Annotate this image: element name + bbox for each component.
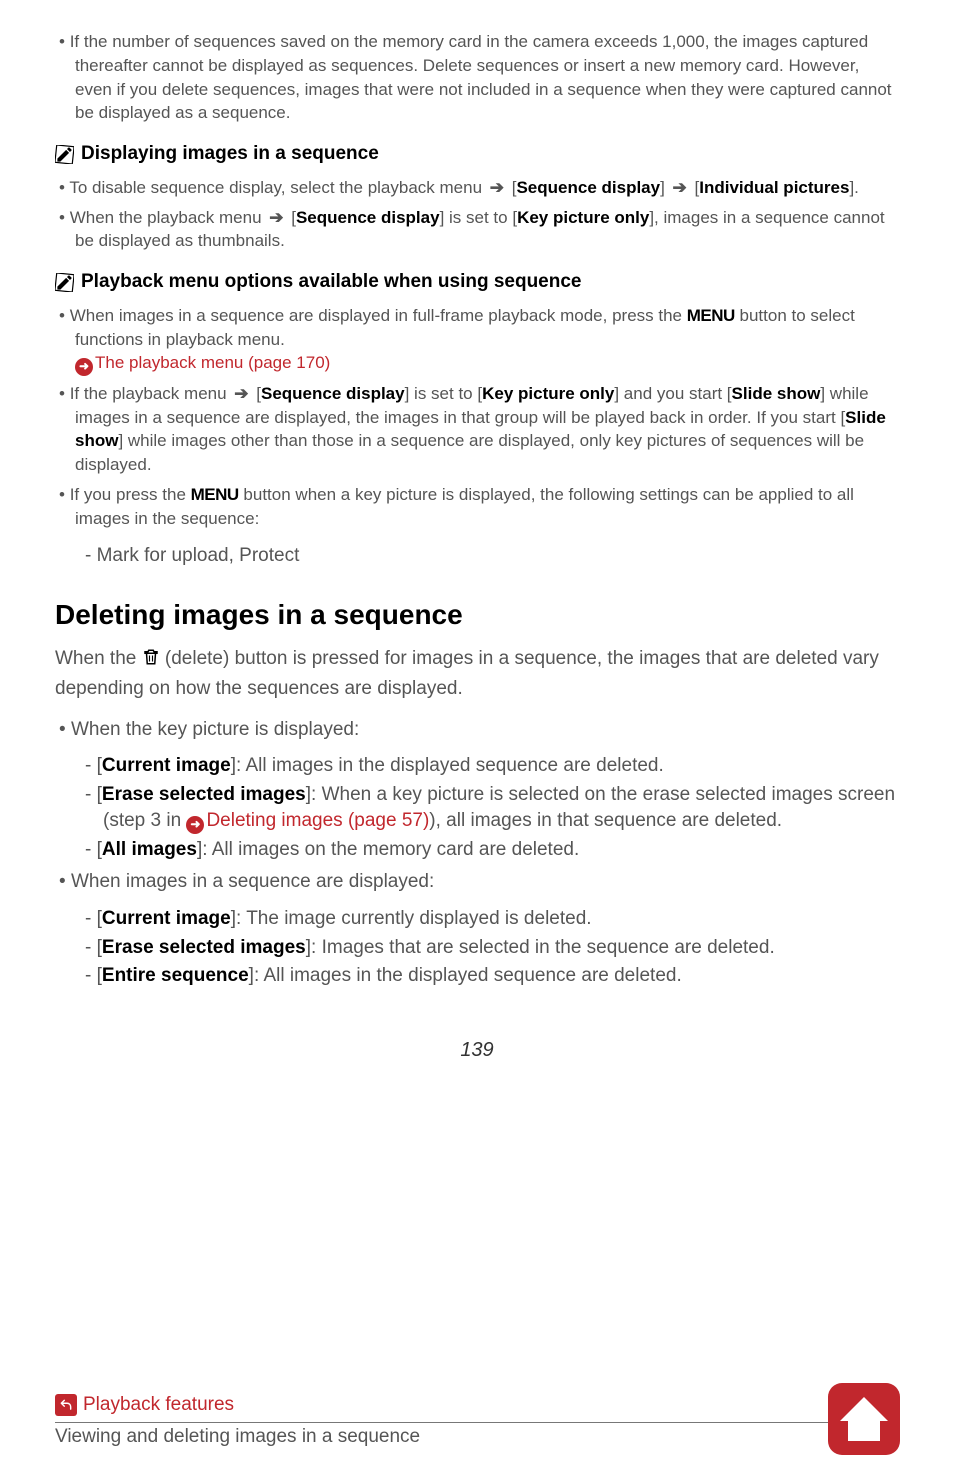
arrow-icon: ➔ (490, 176, 504, 200)
page-number: 139 (55, 1036, 899, 1064)
pencil-icon (55, 145, 74, 164)
note1-item-b: When the playback menu ➔ [Sequence displ… (75, 206, 899, 254)
scenario2-b: [Erase selected images]: Images that are… (103, 935, 899, 962)
pencil-icon (55, 273, 74, 292)
note-playback-heading: Playback menu options available when usi… (55, 269, 899, 296)
scenario2-sublist: [Current image]: The image currently dis… (75, 906, 899, 990)
note-displaying-heading: Displaying images in a sequence (55, 141, 899, 168)
note2-sublist: Mark for upload, Protect (75, 543, 899, 570)
note2-item-a: When images in a sequence are displayed … (75, 304, 899, 376)
playback-menu-link[interactable]: The playback menu (page 170) (95, 351, 330, 375)
note1-list: To disable sequence display, select the … (55, 176, 899, 253)
scenario2-a: [Current image]: The image currently dis… (103, 906, 899, 933)
delete-scenarios: When the key picture is displayed: [Curr… (55, 717, 899, 990)
link-arrow-icon: ➜ (75, 358, 93, 376)
note2-sub-item: Mark for upload, Protect (103, 543, 899, 570)
arrow-icon: ➔ (234, 382, 248, 406)
scenario-sequence: When images in a sequence are displayed:… (75, 869, 899, 989)
arrow-icon: ➔ (673, 176, 687, 200)
scenario-key-picture: When the key picture is displayed: [Curr… (75, 717, 899, 864)
scenario1-sublist: [Current image]: All images in the displ… (75, 753, 899, 863)
trash-icon (142, 647, 160, 676)
scenario1-b: [Erase selected images]: When a key pict… (103, 782, 899, 835)
note2-item-c: If you press the MENU button when a key … (75, 483, 899, 569)
menu-label: MENU (687, 306, 735, 325)
scenario1-a: [Current image]: All images in the displ… (103, 753, 899, 780)
deleting-heading: Deleting images in a sequence (55, 595, 899, 634)
back-icon[interactable] (55, 1394, 77, 1416)
note1-item-a: To disable sequence display, select the … (75, 176, 899, 200)
intro-bullet: If the number of sequences saved on the … (75, 30, 899, 125)
scenario2-c: [Entire sequence]: All images in the dis… (103, 963, 899, 990)
breadcrumb-page: Viewing and deleting images in a sequenc… (55, 1424, 899, 1451)
note-playback-title: Playback menu options available when usi… (81, 269, 582, 296)
link-arrow-icon: ➜ (186, 816, 204, 834)
deleting-images-link[interactable]: Deleting images (page 57) (206, 808, 429, 835)
scenario1-c: [All images]: All images on the memory c… (103, 837, 899, 864)
intro-list: If the number of sequences saved on the … (55, 30, 899, 125)
note-displaying-title: Displaying images in a sequence (81, 141, 379, 168)
breadcrumb-section[interactable]: Playback features (83, 1392, 234, 1419)
home-button[interactable] (824, 1379, 904, 1459)
footer: Playback features Viewing and deleting i… (55, 1392, 899, 1451)
note2-list: When images in a sequence are displayed … (55, 304, 899, 569)
note2-item-b: If the playback menu ➔ [Sequence display… (75, 382, 899, 477)
arrow-icon: ➔ (269, 206, 283, 230)
deleting-paragraph: When the (delete) button is pressed for … (55, 646, 899, 702)
menu-label: MENU (191, 485, 239, 504)
